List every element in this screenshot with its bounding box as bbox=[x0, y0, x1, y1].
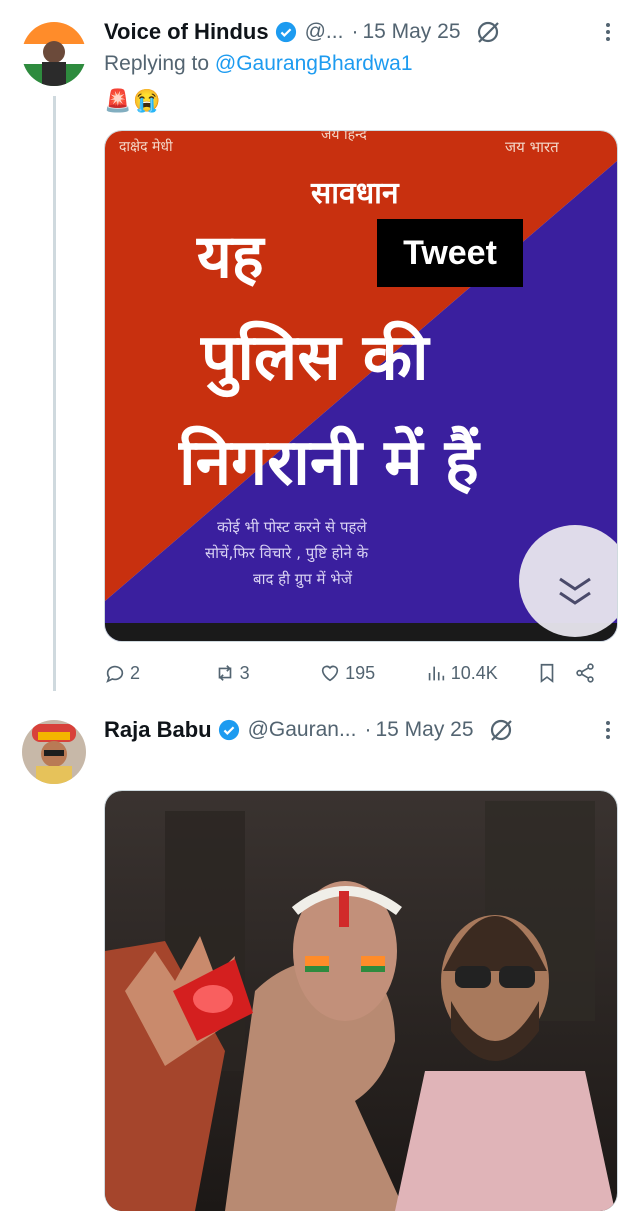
author-handle[interactable]: @Gauran... bbox=[248, 718, 357, 742]
grok-icon[interactable] bbox=[475, 19, 501, 45]
replying-to-label: Replying to bbox=[104, 52, 215, 75]
more-options-icon[interactable] bbox=[600, 717, 616, 743]
share-icon bbox=[576, 663, 594, 683]
poster-line-yah: यह bbox=[197, 222, 264, 292]
author-name[interactable]: Raja Babu bbox=[104, 717, 212, 743]
siren-emoji: 🚨 bbox=[104, 88, 132, 113]
tweet-image[interactable]: दाक्षेद मेधी जय हिन्द जय भारत सावधान यह … bbox=[104, 130, 618, 642]
crying-emoji: 😭 bbox=[133, 88, 161, 113]
poster-small-line-1: कोई भी पोस्ट करने से पहले bbox=[217, 518, 367, 536]
views-button[interactable]: 10.4K bbox=[425, 662, 537, 684]
repost-count: 3 bbox=[239, 662, 250, 683]
separator-dot: · bbox=[351, 20, 359, 43]
more-options-icon[interactable] bbox=[600, 19, 616, 45]
poster-top-left-text: दाक्षेद मेधी bbox=[119, 139, 173, 155]
view-count: 10.4K bbox=[450, 662, 498, 683]
tweet-date[interactable]: 15 May 25 bbox=[375, 718, 473, 742]
tweet-label-overlay: Tweet bbox=[377, 219, 523, 287]
avatar[interactable] bbox=[22, 22, 86, 86]
tweet-text: 🚨 😭 bbox=[104, 88, 161, 114]
tweet-date[interactable]: 15 May 25 bbox=[362, 20, 460, 44]
repost-icon bbox=[218, 665, 231, 681]
reply-mention-link[interactable]: @GaurangBhardwa1 bbox=[215, 52, 413, 75]
reply-button[interactable]: 2 bbox=[104, 662, 214, 684]
like-count: 195 bbox=[345, 662, 376, 683]
bookmark-icon bbox=[540, 663, 554, 683]
tweet-voice-of-hindus[interactable]: Voice of Hindus @... · 15 May 25 Replyin… bbox=[0, 0, 636, 700]
verified-badge-icon bbox=[218, 719, 239, 741]
avatar[interactable] bbox=[22, 720, 86, 784]
share-button[interactable] bbox=[574, 662, 604, 684]
repost-button[interactable]: 3 bbox=[214, 662, 320, 684]
author-handle[interactable]: @... bbox=[305, 20, 344, 44]
tweet-raja-babu[interactable]: Raja Babu @Gauran... · 15 May 25 bbox=[0, 700, 636, 1211]
poster-heading-savdhan: सावधान bbox=[311, 176, 399, 211]
replying-to: Replying to @GaurangBhardwa1 bbox=[104, 52, 413, 76]
reply-icon bbox=[106, 665, 124, 683]
author-name[interactable]: Voice of Hindus bbox=[104, 19, 269, 45]
tweet-actions: 2 3 195 10.4K bbox=[104, 658, 604, 688]
views-chart-icon bbox=[428, 666, 444, 681]
reply-count: 2 bbox=[130, 662, 141, 683]
poster-line-police: पुलिस की bbox=[201, 321, 429, 395]
tweet-image[interactable] bbox=[104, 790, 618, 1211]
poster-small-line-3: बाद ही ग्रुप में भेजें bbox=[253, 570, 352, 588]
grok-icon[interactable] bbox=[488, 717, 514, 743]
like-button[interactable]: 195 bbox=[319, 662, 425, 684]
verified-badge-icon bbox=[275, 21, 296, 43]
poster-top-center-text: जय हिन्द bbox=[321, 130, 367, 143]
tweet-label-text: Tweet bbox=[403, 233, 497, 272]
separator-dot: · bbox=[364, 718, 372, 741]
poster-top-right-text: जय भारत bbox=[505, 138, 559, 156]
bookmark-button[interactable] bbox=[536, 662, 574, 684]
poster-line-nigrani: निगरानी में हैं bbox=[179, 426, 479, 500]
heart-icon bbox=[321, 665, 339, 682]
poster-small-line-2: सोचें,फिर विचारे , पुष्टि होने के bbox=[205, 544, 369, 562]
